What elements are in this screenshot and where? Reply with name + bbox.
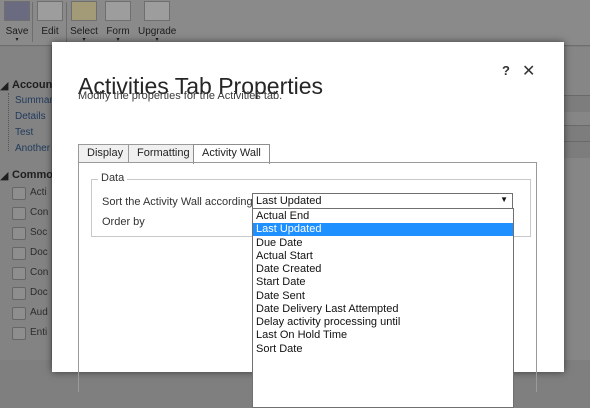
canvas-row (560, 141, 590, 158)
order-by-label: Order by (102, 216, 145, 228)
select-button[interactable]: Select ▾ (67, 0, 101, 43)
option-delay-activity-processing[interactable]: Delay activity processing until (253, 316, 513, 329)
option-actual-start[interactable]: Actual Start (253, 250, 513, 263)
collapse-icon[interactable]: ◢ (0, 169, 8, 182)
nav-item-common[interactable]: Aud (30, 307, 48, 318)
nav-item-common[interactable]: Con (30, 207, 48, 218)
tab-display[interactable]: Display (78, 144, 133, 163)
documents-icon (12, 247, 26, 260)
nav-link-details[interactable]: Details (15, 111, 46, 122)
form-icon (105, 1, 131, 21)
entity-icon (12, 327, 26, 340)
connections-icon (12, 267, 26, 280)
help-icon[interactable]: ? (502, 63, 510, 78)
option-due-date[interactable]: Due Date (253, 237, 513, 250)
connections-icon (12, 207, 26, 220)
canvas-row (560, 95, 590, 112)
collapse-icon[interactable]: ◢ (0, 79, 8, 92)
activities-icon (12, 187, 26, 200)
option-start-date[interactable]: Start Date (253, 276, 513, 289)
section-legend: Data (98, 172, 128, 184)
sort-options-list: Actual End Last Updated Due Date Actual … (252, 208, 514, 408)
nav-item-common[interactable]: Doc (30, 287, 48, 298)
form-navigation-pane: ◢ Account Summar Details Test Another ◢ … (0, 47, 60, 360)
option-sort-date[interactable]: Sort Date (253, 343, 513, 356)
close-icon[interactable]: ✕ (522, 61, 535, 81)
sort-select-value: Last Updated (256, 195, 322, 207)
nav-header-account: Account (12, 79, 56, 91)
tab-properties-dialog: Activities Tab Properties Modify the pro… (52, 42, 564, 408)
nav-item-common[interactable]: Enti (30, 327, 47, 338)
form-button[interactable]: Form ▾ (101, 0, 135, 43)
nav-item-common[interactable]: Con (30, 267, 48, 278)
edit-button[interactable]: Edit (33, 0, 67, 37)
documents-icon (12, 287, 26, 300)
canvas-row (560, 125, 590, 142)
ribbon: Save ▾ Edit Select ▾ Form ▾ Upgrade ▾ (0, 0, 590, 46)
nav-tree-line (8, 93, 9, 151)
form-canvas-edge (560, 47, 590, 360)
save-label: Save (5, 26, 29, 37)
social-icon (12, 227, 26, 240)
sort-select[interactable]: Last Updated ▼ (252, 193, 513, 209)
edit-icon (37, 1, 63, 21)
upgrade-label: Upgrade (138, 26, 177, 37)
dropdown-arrow-icon[interactable]: ▼ (500, 195, 508, 204)
option-last-updated[interactable]: Last Updated (253, 223, 513, 236)
option-last-on-hold-time[interactable]: Last On Hold Time (253, 329, 513, 342)
select-label: Select (70, 26, 98, 37)
nav-item-common[interactable]: Doc (30, 247, 48, 258)
save-button[interactable]: Save ▾ (0, 0, 34, 43)
nav-link-another[interactable]: Another (15, 143, 50, 154)
upgrade-icon (144, 1, 170, 21)
sort-label: Sort the Activity Wall according to (102, 196, 265, 208)
option-actual-end[interactable]: Actual End (253, 210, 513, 223)
option-date-delivery-last-attempted[interactable]: Date Delivery Last Attempted (253, 303, 513, 316)
nav-item-common[interactable]: Acti (30, 187, 47, 198)
tab-formatting[interactable]: Formatting (128, 144, 199, 163)
dialog-subtitle: Modify the properties for the Activities… (78, 90, 283, 102)
nav-item-common[interactable]: Soc (30, 227, 47, 238)
option-date-created[interactable]: Date Created (253, 263, 513, 276)
save-icon (4, 1, 30, 21)
select-icon (71, 1, 97, 21)
tab-activity-wall[interactable]: Activity Wall (193, 144, 270, 164)
form-label: Form (106, 26, 130, 37)
upgrade-button[interactable]: Upgrade ▾ (138, 0, 176, 43)
edit-label: Edit (41, 26, 59, 37)
nav-link-summary[interactable]: Summar (15, 95, 53, 106)
nav-link-test[interactable]: Test (15, 127, 33, 138)
option-date-sent[interactable]: Date Sent (253, 290, 513, 303)
audit-icon (12, 307, 26, 320)
chevron-down-icon: ▾ (15, 37, 19, 43)
